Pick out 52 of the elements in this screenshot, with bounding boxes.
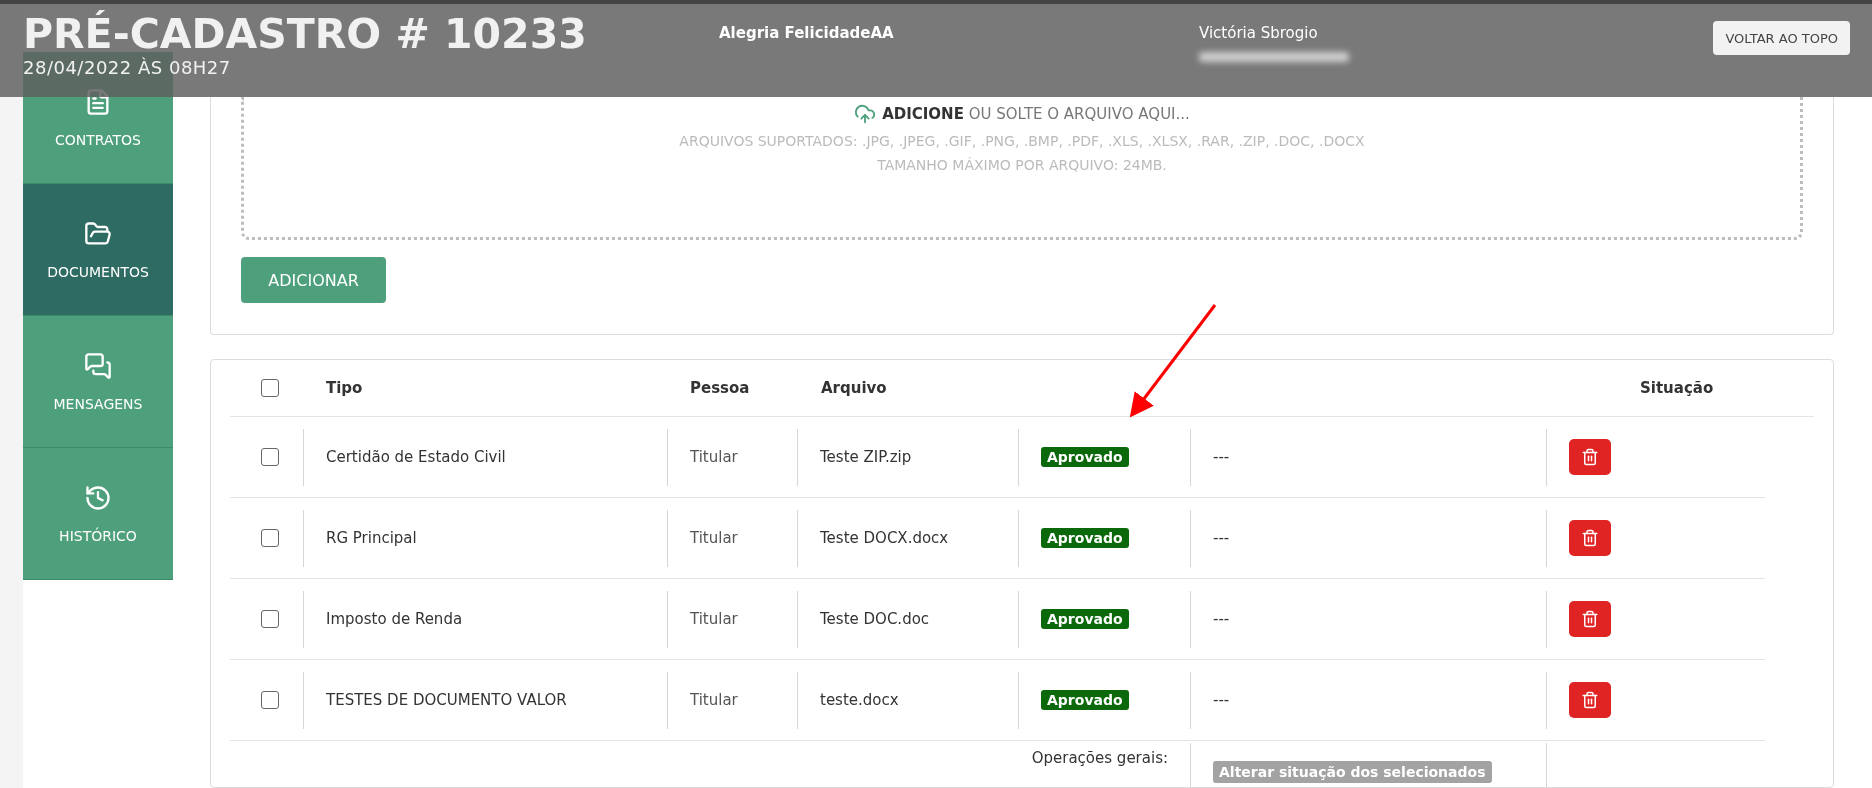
trash-icon bbox=[1581, 529, 1599, 547]
checkbox[interactable] bbox=[261, 529, 279, 547]
delete-button[interactable] bbox=[1569, 520, 1611, 556]
agent-name: Victória Sbrogio bbox=[1199, 24, 1319, 42]
table-cell: RG Principal bbox=[326, 529, 417, 547]
table-cell: --- bbox=[1213, 448, 1230, 466]
general-operations-label: Operações gerais: bbox=[1031, 748, 1169, 767]
table-cell: --- bbox=[1213, 529, 1230, 547]
table-cell: Titular bbox=[690, 529, 738, 547]
sidebar-item[interactable]: HISTÓRICO bbox=[23, 448, 173, 580]
column-header: Situação bbox=[1639, 379, 1715, 397]
table-cell: Titular bbox=[690, 448, 738, 466]
add-button[interactable]: ADICIONAR bbox=[241, 257, 386, 303]
cloud-upload-icon bbox=[854, 103, 877, 125]
column-header: Arquivo bbox=[820, 379, 888, 397]
table-cell: Certidão de Estado Civil bbox=[326, 448, 506, 466]
trash-icon bbox=[1581, 610, 1599, 628]
sidebar-item[interactable]: MENSAGENS bbox=[23, 316, 173, 448]
table-cell: teste.docx bbox=[820, 691, 899, 709]
table-cell: Teste DOCX.docx bbox=[820, 529, 949, 547]
chat-bubbles-icon bbox=[84, 351, 112, 380]
column-header: Tipo bbox=[325, 379, 364, 397]
table-cell: TESTES DE DOCUMENTO VALOR bbox=[326, 691, 567, 709]
table-cell: Titular bbox=[690, 610, 738, 628]
checkbox[interactable] bbox=[261, 610, 279, 628]
client-name: Alegria FelicidadeAA bbox=[719, 24, 895, 42]
change-status-button[interactable]: Alterar situação dos selecionados bbox=[1213, 760, 1492, 783]
history-icon bbox=[84, 483, 112, 512]
table-cell: Titular bbox=[690, 691, 738, 709]
supported-formats-text: ARQUIVOS SUPORTADOS: .JPG, .JPEG, .GIF, .PNG, .BMP, .PDF, .XLS, .XLSX, .RAR, .ZIP, .DOC, .DOCX bbox=[679, 133, 1365, 149]
status-badge: Aprovado bbox=[1041, 690, 1129, 710]
delete-button[interactable] bbox=[1569, 601, 1611, 637]
table-cell: Imposto de Renda bbox=[326, 610, 463, 628]
trash-icon bbox=[1581, 448, 1599, 466]
max-size-text: TAMANHO MÁXIMO POR ARQUIVO: 24MB. bbox=[877, 157, 1167, 173]
table-cell: --- bbox=[1213, 691, 1230, 709]
checkbox[interactable] bbox=[261, 691, 279, 709]
sidebar-item[interactable]: DOCUMENTOS bbox=[23, 184, 173, 316]
table-cell: --- bbox=[1213, 610, 1230, 628]
back-to-top-button[interactable]: VOLTAR AO TOPO bbox=[1713, 21, 1850, 55]
table-cell: Teste DOC.doc bbox=[820, 610, 930, 628]
checkbox[interactable] bbox=[261, 448, 279, 466]
status-badge: Aprovado bbox=[1041, 528, 1129, 548]
column-header: Pessoa bbox=[689, 379, 751, 397]
table-cell: Teste ZIP.zip bbox=[820, 448, 912, 466]
checkbox[interactable] bbox=[261, 379, 279, 397]
status-badge: Aprovado bbox=[1041, 447, 1129, 467]
delete-button[interactable] bbox=[1569, 682, 1611, 718]
trash-icon bbox=[1581, 691, 1599, 709]
delete-button[interactable] bbox=[1569, 439, 1611, 475]
status-badge: Aprovado bbox=[1041, 609, 1129, 629]
drop-text: ADICIONE OU SOLTE O ARQUIVO AQUI... bbox=[882, 105, 1190, 123]
